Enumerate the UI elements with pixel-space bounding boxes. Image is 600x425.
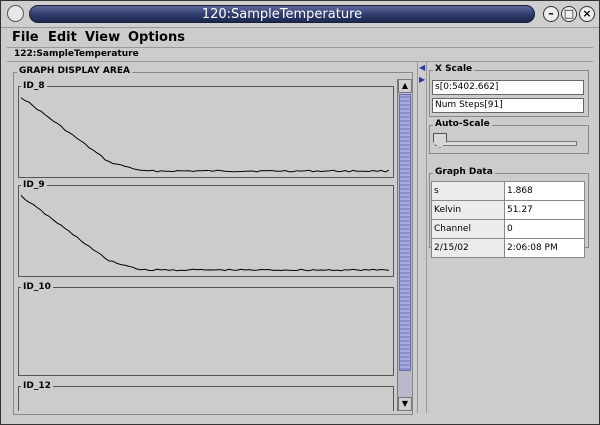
table-cell-key: Kelvin: [431, 200, 505, 220]
menu-bar: File Edit View Options: [1, 28, 599, 47]
scroll-up-icon[interactable]: ▲: [398, 79, 412, 93]
menu-options[interactable]: Options: [128, 30, 185, 45]
auto-scale-title: Auto-Scale: [433, 119, 492, 129]
menu-file[interactable]: File: [12, 30, 39, 45]
table-cell-value: 51.27: [504, 200, 585, 220]
table-row[interactable]: Kelvin 51.27: [431, 200, 585, 220]
table-cell-key: Channel: [431, 219, 505, 239]
graph-data-title: Graph Data: [433, 167, 495, 177]
expand-right-icon[interactable]: ▶: [419, 75, 425, 84]
table-cell-value: 0: [504, 219, 585, 239]
menu-view[interactable]: View: [85, 30, 120, 45]
graph-id9-trace: [20, 195, 390, 272]
scroll-thumb[interactable]: [399, 94, 411, 371]
graph-id8-label: ID_8: [21, 81, 47, 91]
title-bar[interactable]: 120:SampleTemperature – □ ×: [1, 1, 599, 28]
frame-divider: [7, 61, 593, 62]
x-scale-range-field[interactable]: s[0:5402.662]: [432, 80, 584, 95]
graph-id8-trace: [20, 97, 390, 173]
graph-panel-id10[interactable]: [18, 287, 394, 376]
window-title: 120:SampleTemperature: [201, 7, 363, 22]
graph-id8-plot: [20, 97, 390, 173]
graph-panel-id9[interactable]: [18, 185, 394, 277]
table-cell-key: s: [431, 181, 505, 201]
graph-data-table: s 1.868 Kelvin 51.27 Channel 0 2/15/02 2…: [431, 181, 585, 258]
window-menu-icon[interactable]: [7, 5, 24, 22]
num-steps-field[interactable]: Num Steps[91]: [432, 98, 584, 113]
table-row[interactable]: s 1.868: [431, 181, 585, 201]
auto-scale-slider-track[interactable]: [435, 141, 577, 146]
graph-id12-label: ID_12: [21, 381, 53, 391]
close-icon[interactable]: ×: [579, 6, 595, 22]
graph-scrollbar[interactable]: ▲ ▼: [397, 79, 412, 411]
table-cell-key: 2/15/02: [431, 238, 505, 258]
maximize-icon[interactable]: □: [561, 6, 577, 22]
graph-area-title: GRAPH DISPLAY AREA: [17, 66, 132, 76]
auto-scale-panel: [429, 125, 589, 154]
inner-frame-title: 122:SampleTemperature: [14, 49, 139, 59]
graph-id9-plot: [20, 195, 390, 272]
scroll-down-icon[interactable]: ▼: [398, 397, 412, 411]
graph-panel-id8[interactable]: [18, 86, 394, 178]
graph-id10-label: ID_10: [21, 282, 53, 292]
split-pane-divider[interactable]: ◀ ▶: [417, 61, 427, 413]
table-cell-value: 2:06:08 PM: [504, 238, 585, 258]
graph-panel-id12[interactable]: [18, 386, 394, 411]
table-row[interactable]: Channel 0: [431, 219, 585, 239]
table-cell-value: 1.868: [504, 181, 585, 201]
menu-edit[interactable]: Edit: [48, 30, 77, 45]
title-pill[interactable]: 120:SampleTemperature: [29, 5, 535, 23]
minimize-icon[interactable]: –: [543, 6, 559, 22]
x-scale-title: X Scale: [433, 64, 475, 74]
table-row[interactable]: 2/15/02 2:06:08 PM: [431, 238, 585, 258]
menu-divider: [7, 47, 593, 48]
graph-id9-label: ID_9: [21, 180, 47, 190]
application-window: 120:SampleTemperature – □ × File Edit Vi…: [0, 0, 600, 425]
collapse-left-icon[interactable]: ◀: [419, 63, 425, 72]
